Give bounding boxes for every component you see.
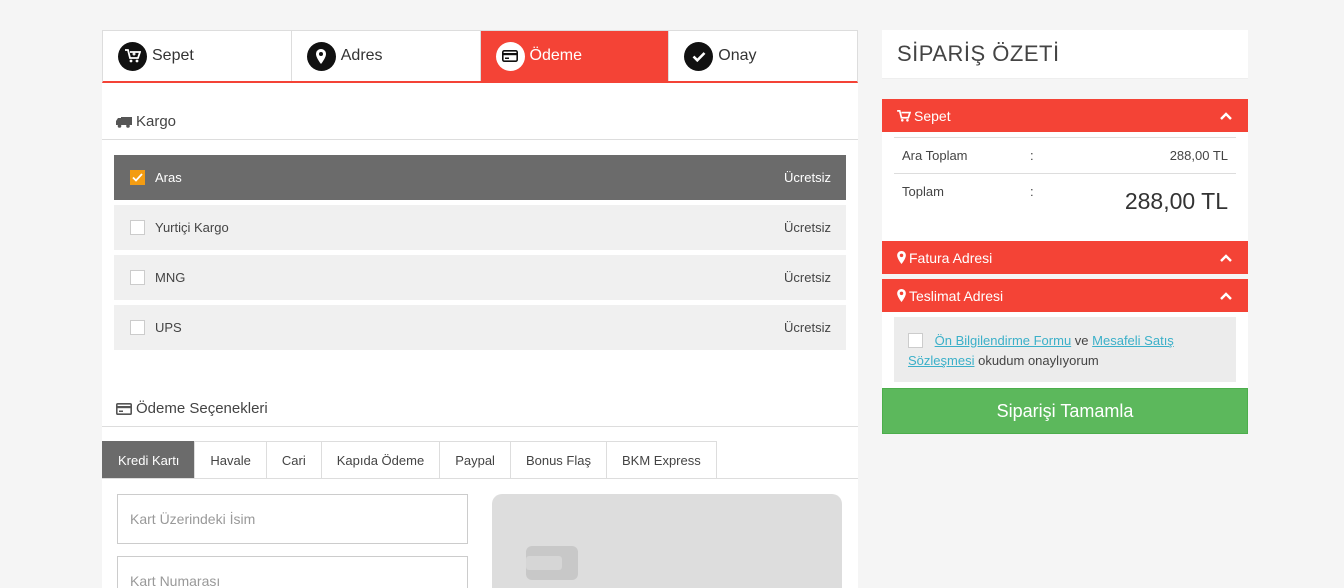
agreement-box: Ön Bilgilendirme Formu ve Mesafeli Satış…	[894, 317, 1236, 382]
card-name-input[interactable]	[117, 494, 468, 544]
cart-icon	[118, 41, 147, 71]
step-onay[interactable]: Onay	[669, 31, 857, 81]
subtotal-row: Ara Toplam : 288,00 TL	[894, 137, 1236, 173]
agreement-checkbox[interactable]	[908, 333, 923, 348]
complete-order-button[interactable]: Siparişi Tamamla	[882, 388, 1248, 434]
pre-info-form-link[interactable]: Ön Bilgilendirme Formu	[935, 333, 1072, 348]
summary-title: SİPARİŞ ÖZETİ	[882, 30, 1248, 79]
payment-title: Ödeme Seçenekleri	[116, 400, 268, 417]
billing-address-bar[interactable]: Fatura Adresi	[882, 241, 1248, 274]
kargo-title: Kargo	[116, 113, 176, 130]
agree-tail: okudum onaylıyorum	[978, 353, 1099, 368]
step-sepet[interactable]: Sepet	[103, 31, 292, 81]
tab-paypal[interactable]: Paypal	[439, 441, 511, 478]
cargo-option-ups[interactable]: UPS Ücretsiz	[114, 305, 846, 350]
bar-label: Teslimat Adresi	[909, 287, 1004, 304]
total-row: Toplam : 288,00 TL	[894, 173, 1236, 231]
chevron-up-icon	[1220, 253, 1232, 262]
truck-icon	[116, 116, 132, 128]
cargo-option-mng[interactable]: MNG Ücretsiz	[114, 255, 846, 300]
step-adres[interactable]: Adres	[292, 31, 481, 81]
colon: :	[1030, 148, 1034, 163]
cargo-name: UPS	[155, 320, 182, 335]
chevron-up-icon	[1220, 291, 1232, 300]
subtotal-value: 288,00 TL	[1169, 148, 1228, 163]
divider	[102, 139, 858, 140]
tab-bonus-flas[interactable]: Bonus Flaş	[509, 441, 607, 478]
credit-card-icon	[116, 402, 132, 415]
payment-title-text: Ödeme Seçenekleri	[136, 400, 268, 417]
tab-cari[interactable]: Cari	[265, 441, 322, 478]
cargo-option-aras[interactable]: Aras Ücretsiz	[114, 155, 846, 200]
step-label: Adres	[340, 47, 383, 64]
divider	[102, 426, 858, 427]
kargo-title-text: Kargo	[136, 113, 177, 130]
cargo-name: MNG	[155, 270, 186, 285]
step-label: Onay	[718, 47, 757, 64]
bar-label: Sepet	[914, 107, 951, 124]
bar-label: Fatura Adresi	[909, 249, 993, 266]
checkbox[interactable]	[130, 220, 145, 235]
checkout-steps: Sepet Adres Ödeme Onay	[102, 30, 858, 83]
checkout-main: Sepet Adres Ödeme Onay Kargo Aras Ücrets…	[102, 30, 858, 588]
check-mark-icon	[132, 173, 143, 182]
subtotal-label: Ara Toplam	[902, 148, 968, 163]
shipping-address-bar[interactable]: Teslimat Adresi	[882, 279, 1248, 312]
spacer	[882, 79, 1248, 99]
cargo-price: Ücretsiz	[784, 170, 831, 185]
chevron-up-icon	[1220, 111, 1232, 120]
credit-card-icon	[495, 41, 525, 71]
cargo-price: Ücretsiz	[784, 320, 831, 335]
step-odeme[interactable]: Ödeme	[480, 31, 670, 81]
map-marker-icon	[306, 41, 336, 71]
summary-cart-bar[interactable]: Sepet	[882, 99, 1248, 132]
cargo-price: Ücretsiz	[784, 220, 831, 235]
tab-kapida-odeme[interactable]: Kapıda Ödeme	[320, 441, 441, 478]
step-label: Ödeme	[529, 47, 582, 64]
cargo-price: Ücretsiz	[784, 270, 831, 285]
total-label: Toplam	[902, 184, 944, 199]
checkbox[interactable]	[130, 270, 145, 285]
cart-icon	[897, 109, 911, 122]
agreement-section: Ön Bilgilendirme Formu ve Mesafeli Satış…	[882, 312, 1248, 388]
order-summary: SİPARİŞ ÖZETİ Sepet Ara Toplam : 288,00 …	[882, 30, 1248, 434]
agree-and: ve	[1074, 333, 1089, 348]
tab-kredi-karti[interactable]: Kredi Kartı	[102, 441, 196, 478]
tab-bkm-express[interactable]: BKM Express	[605, 441, 717, 478]
checkbox-checked[interactable]	[130, 170, 145, 185]
tab-havale[interactable]: Havale	[194, 441, 267, 478]
card-chip	[526, 546, 578, 580]
colon: :	[1030, 184, 1034, 199]
card-preview	[492, 494, 842, 588]
map-marker-icon	[897, 251, 906, 264]
checkbox[interactable]	[130, 320, 145, 335]
cargo-name: Aras	[155, 170, 182, 185]
cargo-name: Yurtiçi Kargo	[155, 220, 229, 235]
total-value: 288,00 TL	[1124, 188, 1228, 214]
check-icon	[684, 41, 714, 71]
step-label: Sepet	[152, 47, 194, 64]
payment-tabs: Kredi Kartı Havale Cari Kapıda Ödeme Pay…	[102, 441, 858, 479]
cargo-option-yurtici[interactable]: Yurtiçi Kargo Ücretsiz	[114, 205, 846, 250]
summary-table: Ara Toplam : 288,00 TL Toplam : 288,00 T…	[882, 132, 1248, 241]
map-marker-icon	[897, 289, 906, 302]
card-number-input[interactable]	[117, 556, 468, 588]
